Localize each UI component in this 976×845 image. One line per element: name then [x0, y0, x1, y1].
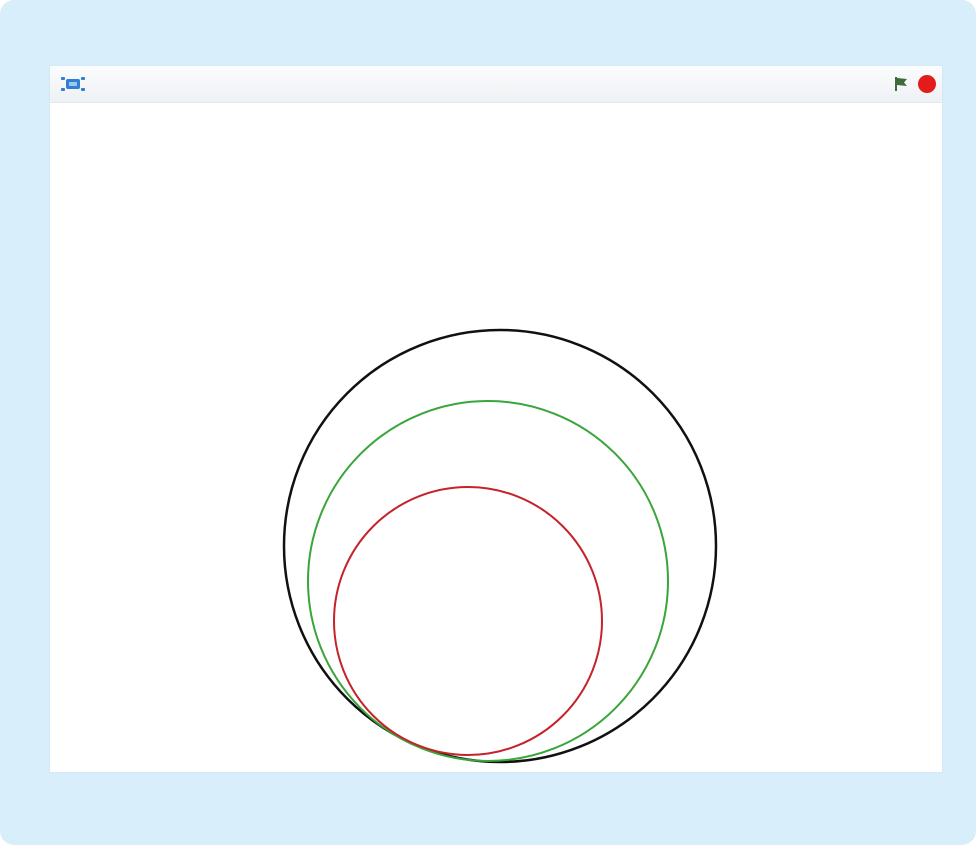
scratch-player-window: [50, 66, 942, 772]
inner-circle: [333, 486, 603, 756]
stage-canvas[interactable]: [50, 103, 942, 772]
outer-circle: [282, 328, 718, 764]
player-controls: [890, 73, 938, 95]
middle-circle: [307, 400, 669, 762]
turbo-mode-icon[interactable]: [60, 74, 86, 94]
stage-drawing: [282, 328, 718, 764]
green-flag-icon[interactable]: [890, 73, 912, 95]
app-background: [0, 0, 976, 845]
player-toolbar: [50, 66, 942, 103]
stop-sign-icon[interactable]: [916, 73, 938, 95]
